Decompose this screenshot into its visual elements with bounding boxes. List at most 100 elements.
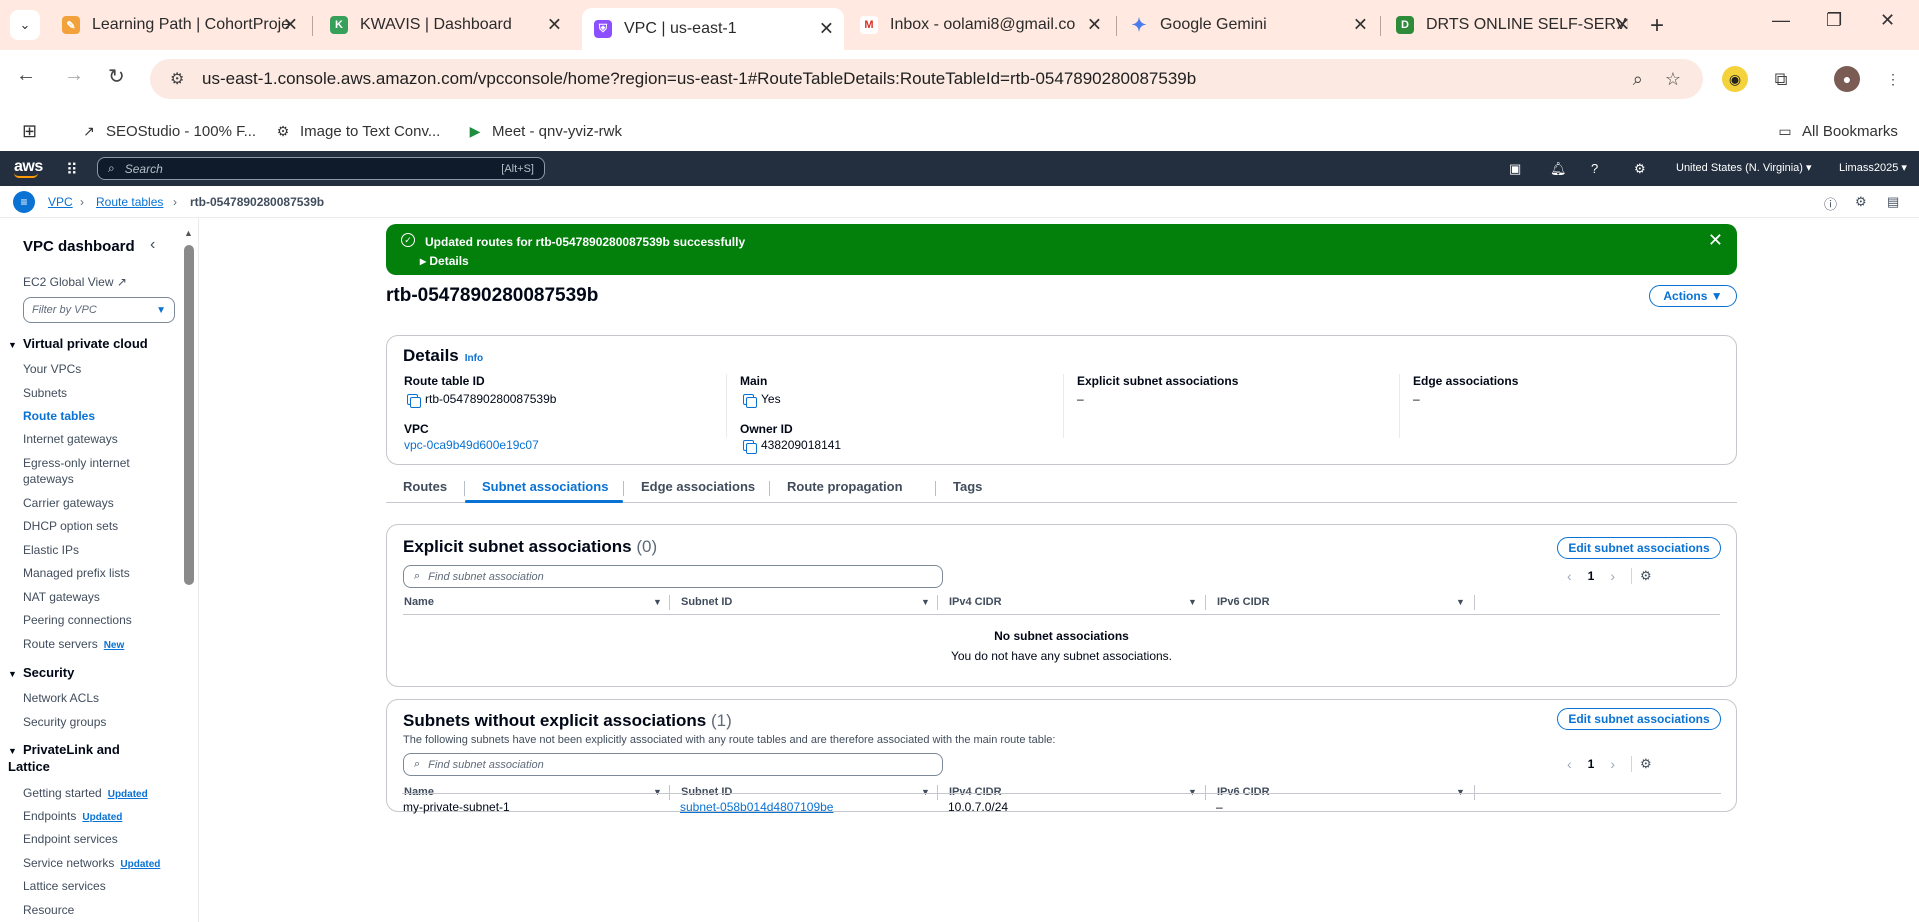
reload-icon[interactable]: ↻ bbox=[108, 64, 125, 89]
chevron-left-icon[interactable]: ‹ bbox=[1567, 568, 1572, 584]
bell-icon[interactable]: 🔔︎ bbox=[1550, 161, 1567, 177]
sidebar-item-endpoints[interactable]: Endpoints Updated bbox=[23, 808, 122, 826]
copy-icon[interactable] bbox=[743, 393, 757, 408]
close-icon[interactable]: ✕ bbox=[819, 19, 834, 40]
settings-icon[interactable]: ⚙ bbox=[1855, 194, 1867, 210]
aws-search-input[interactable]: ⌕ Search [Alt+S] bbox=[97, 157, 545, 180]
column-header-subnet-id[interactable]: Subnet ID bbox=[681, 596, 732, 608]
tab-edge-associations[interactable]: Edge associations bbox=[641, 479, 755, 494]
tab-search-button[interactable]: ⌄ bbox=[10, 10, 40, 40]
cell-subnet-id-link[interactable]: subnet-058b014d4807109be bbox=[680, 800, 833, 814]
sidebar-item-peering[interactable]: Peering connections bbox=[23, 612, 132, 628]
feedback-icon[interactable]: ▤ bbox=[1887, 194, 1899, 210]
restore-icon[interactable]: ❐ bbox=[1826, 10, 1842, 31]
tab-subnet-associations[interactable]: Subnet associations bbox=[482, 479, 608, 494]
sidebar-section-vpc[interactable]: ▼ Virtual private cloud bbox=[8, 336, 148, 353]
close-icon[interactable]: ✕ bbox=[1615, 15, 1630, 36]
copy-icon[interactable] bbox=[407, 393, 421, 408]
cloudshell-icon[interactable]: ▣ bbox=[1509, 161, 1521, 177]
flash-details-toggle[interactable]: ▸ Details bbox=[420, 254, 469, 268]
copy-icon[interactable] bbox=[743, 439, 757, 454]
column-divider[interactable] bbox=[1205, 595, 1206, 610]
sidebar-item-route-servers[interactable]: Route servers New bbox=[23, 636, 124, 654]
bookmark-meet[interactable]: ▶ Meet - qnv-yviz-rwk bbox=[466, 122, 622, 140]
sidebar-item-dhcp[interactable]: DHCP option sets bbox=[23, 518, 118, 534]
account-menu[interactable]: Limass2025 ▾ bbox=[1839, 161, 1907, 174]
gear-icon[interactable]: ⚙ bbox=[1634, 161, 1646, 177]
close-window-icon[interactable]: ✕ bbox=[1880, 10, 1895, 31]
tab-tags[interactable]: Tags bbox=[953, 479, 982, 494]
sidebar-item-endpoint-services[interactable]: Endpoint services bbox=[23, 831, 118, 847]
column-header-ipv6[interactable]: IPv6 CIDR bbox=[1217, 596, 1270, 608]
sidebar-title[interactable]: VPC dashboard bbox=[23, 238, 135, 255]
browser-tab-vpc[interactable]: ⛨ VPC | us-east-1 ✕ bbox=[582, 8, 844, 50]
close-icon[interactable]: ✕ bbox=[547, 15, 562, 36]
help-icon[interactable]: ? bbox=[1591, 161, 1598, 176]
column-header-ipv4[interactable]: IPv4 CIDR bbox=[949, 596, 1002, 608]
breadcrumb-route-tables[interactable]: Route tables bbox=[96, 195, 163, 209]
url-text[interactable]: us-east-1.console.aws.amazon.com/vpccons… bbox=[202, 69, 1633, 89]
sidebar-item-prefix-lists[interactable]: Managed prefix lists bbox=[23, 565, 130, 581]
zoom-icon[interactable]: ⌕ bbox=[1633, 69, 1643, 90]
sort-icon[interactable]: ▼ bbox=[1456, 597, 1465, 607]
services-grid-icon[interactable]: ⠿ bbox=[66, 160, 78, 180]
sidebar-item-subnets[interactable]: Subnets bbox=[23, 385, 67, 401]
sidebar-section-privatelink[interactable]: ▼ PrivateLink and Lattice bbox=[8, 742, 138, 775]
close-icon[interactable]: ✕ bbox=[283, 15, 298, 36]
tab-routes[interactable]: Routes bbox=[403, 479, 447, 494]
new-tab-button[interactable]: + bbox=[1650, 12, 1664, 40]
sidebar-item-nat-gateways[interactable]: NAT gateways bbox=[23, 589, 100, 605]
forward-arrow-icon[interactable]: → bbox=[64, 64, 84, 87]
sidebar-item-lattice-services[interactable]: Lattice services bbox=[23, 878, 106, 894]
info-link[interactable]: Info bbox=[465, 353, 483, 364]
avatar[interactable]: ● bbox=[1834, 66, 1860, 92]
bookmark-image-to-text[interactable]: ⚙ Image to Text Conv... bbox=[274, 122, 441, 140]
menu-icon[interactable]: ≡ bbox=[13, 191, 35, 213]
edit-subnet-associations-button[interactable]: Edit subnet associations bbox=[1557, 708, 1721, 730]
gear-icon[interactable]: ⚙ bbox=[1631, 756, 1652, 772]
sidebar-item-ec2-global-view[interactable]: EC2 Global View ↗ bbox=[23, 274, 127, 290]
sidebar-item-service-networks[interactable]: Service networks Updated bbox=[23, 855, 160, 873]
address-bar[interactable]: ⚙ us-east-1.console.aws.amazon.com/vpcco… bbox=[150, 59, 1703, 99]
sidebar-item-your-vpcs[interactable]: Your VPCs bbox=[23, 361, 81, 377]
aws-logo[interactable]: aws bbox=[14, 158, 43, 178]
sidebar-item-internet-gateways[interactable]: Internet gateways bbox=[23, 431, 118, 447]
vpc-link[interactable]: vpc-0ca9b49d600e19c07 bbox=[404, 438, 539, 452]
sidebar-item-security-groups[interactable]: Security groups bbox=[23, 714, 106, 730]
info-icon[interactable]: ⓘ bbox=[1824, 194, 1837, 213]
sidebar-item-elastic-ips[interactable]: Elastic IPs bbox=[23, 542, 79, 558]
sort-icon[interactable]: ▼ bbox=[921, 597, 930, 607]
browser-tab-gemini[interactable]: ✦ Google Gemini ✕ bbox=[1118, 8, 1378, 42]
sidebar-item-network-acls[interactable]: Network ACLs bbox=[23, 690, 99, 706]
apps-grid-icon[interactable]: ⊞ bbox=[22, 121, 37, 142]
collapse-icon[interactable]: ‹ bbox=[150, 236, 155, 254]
search-input[interactable]: ⌕ Find subnet association bbox=[403, 753, 943, 776]
back-arrow-icon[interactable]: ← bbox=[16, 64, 36, 87]
page-number[interactable]: 1 bbox=[1588, 569, 1595, 583]
close-icon[interactable]: ✕ bbox=[1087, 15, 1102, 36]
close-icon[interactable]: ✕ bbox=[1708, 230, 1723, 251]
chevron-left-icon[interactable]: ‹ bbox=[1567, 756, 1572, 772]
minimize-icon[interactable]: — bbox=[1772, 10, 1790, 31]
gear-icon[interactable]: ⚙ bbox=[1631, 568, 1652, 584]
sort-icon[interactable]: ▼ bbox=[1188, 597, 1197, 607]
browser-tab-gmail[interactable]: M Inbox - oolami8@gmail.co ✕ bbox=[848, 8, 1112, 42]
search-input[interactable]: ⌕ Find subnet association bbox=[403, 565, 943, 588]
column-divider[interactable] bbox=[669, 595, 670, 610]
column-header-name[interactable]: Name bbox=[404, 596, 434, 608]
sidebar-item-carrier-gateways[interactable]: Carrier gateways bbox=[23, 495, 114, 511]
browser-tab-drts[interactable]: D DRTS ONLINE SELF-SERVIC ✕ bbox=[1384, 8, 1640, 42]
actions-button[interactable]: Actions ▼ bbox=[1649, 285, 1737, 307]
breadcrumb-vpc[interactable]: VPC bbox=[48, 195, 73, 209]
extensions-puzzle-icon[interactable]: ⧉ bbox=[1768, 66, 1794, 92]
sidebar-item-route-tables[interactable]: Route tables bbox=[23, 408, 95, 424]
browser-tab-kwavis[interactable]: K KWAVIS | Dashboard ✕ bbox=[318, 8, 572, 42]
all-bookmarks[interactable]: ▭ All Bookmarks bbox=[1776, 122, 1897, 140]
page-number[interactable]: 1 bbox=[1588, 757, 1595, 771]
extension-icon[interactable]: ◉ bbox=[1722, 66, 1748, 92]
bookmark-star-icon[interactable]: ☆ bbox=[1665, 69, 1681, 90]
vpc-filter-select[interactable]: Filter by VPC ▼ bbox=[23, 297, 175, 323]
column-divider[interactable] bbox=[937, 595, 938, 610]
bookmark-seostudio[interactable]: ↗ SEOStudio - 100% F... bbox=[80, 122, 256, 140]
scroll-up-icon[interactable]: ▲ bbox=[184, 228, 193, 238]
